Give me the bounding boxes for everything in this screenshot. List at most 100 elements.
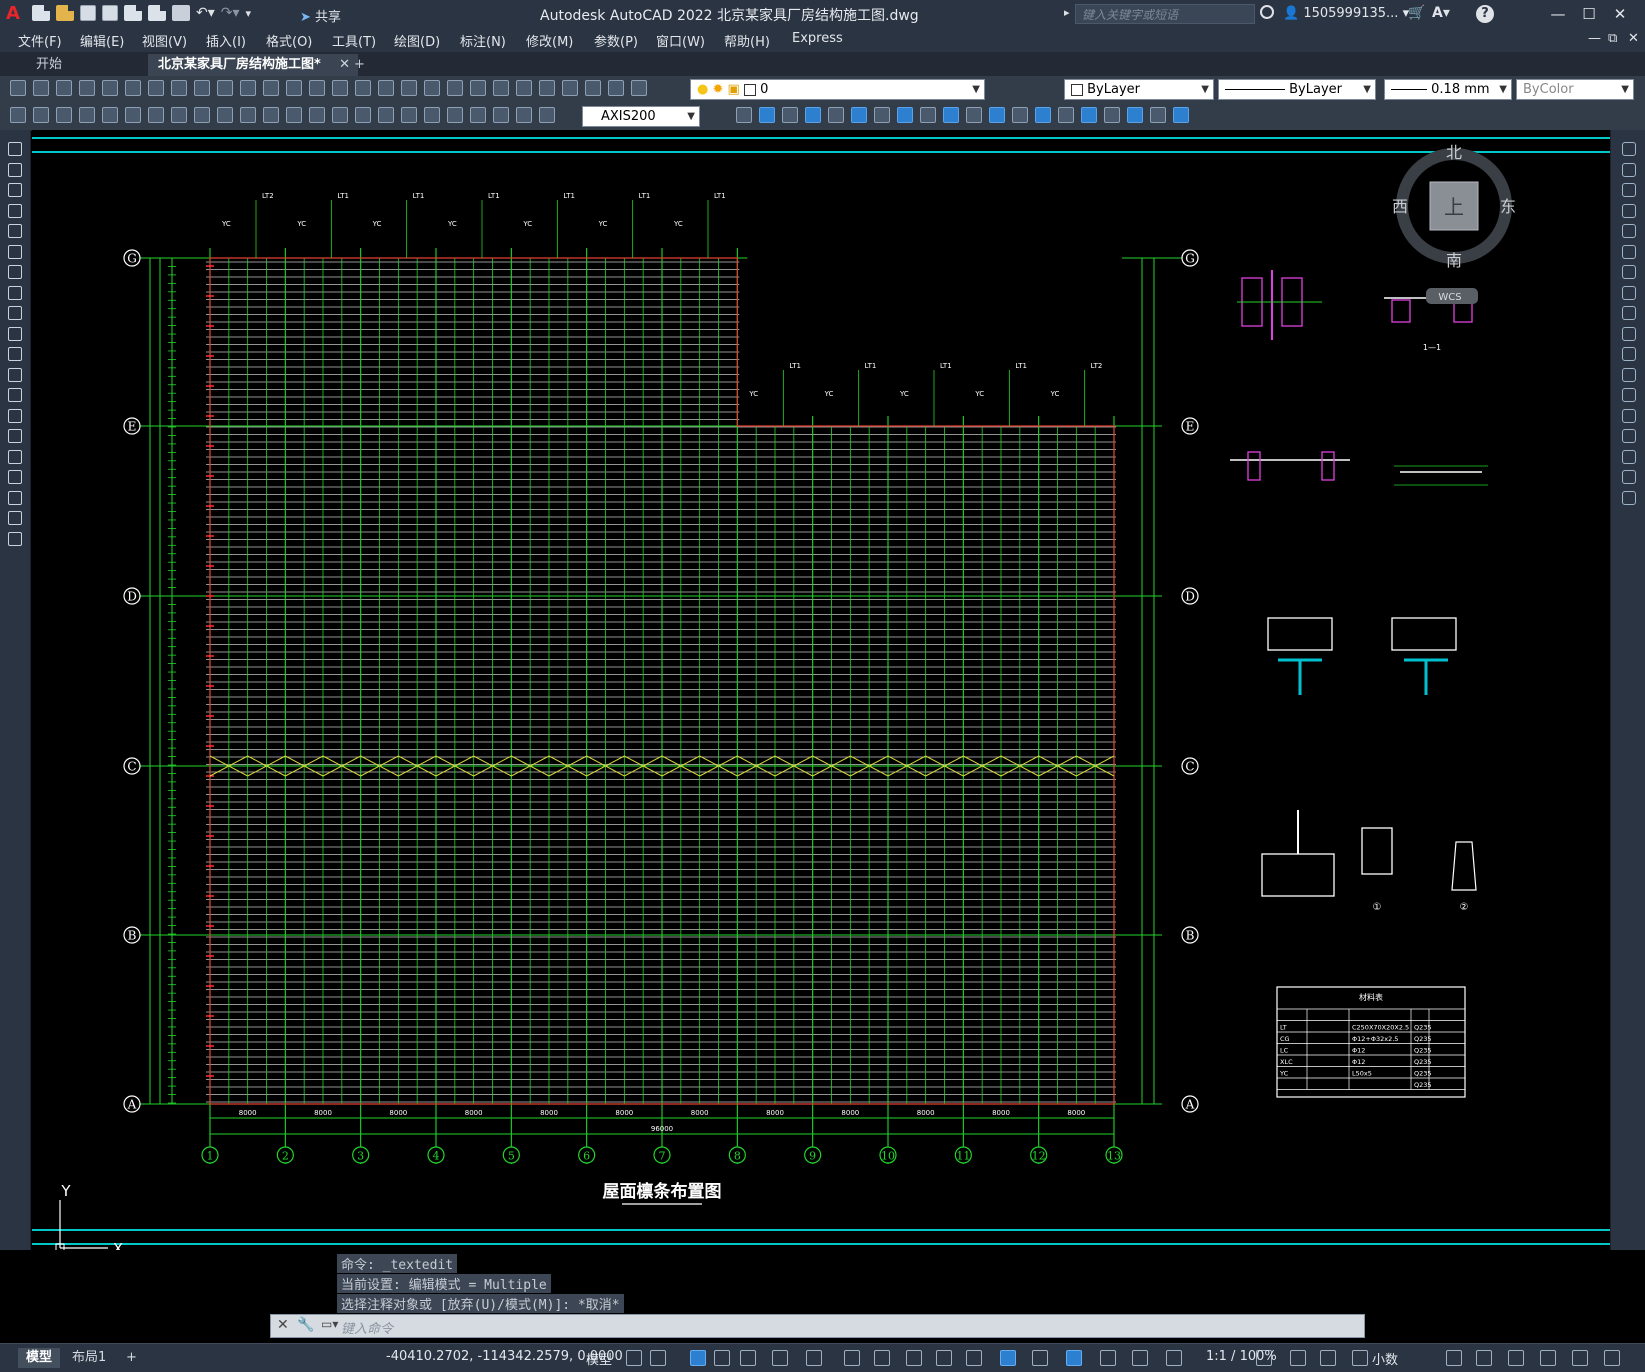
tool-icon[interactable]	[171, 80, 187, 96]
tool-icon[interactable]	[56, 80, 72, 96]
modify-tool-icon[interactable]	[966, 107, 982, 123]
search-icon[interactable]	[1260, 5, 1274, 19]
new-file-icon[interactable]	[32, 5, 50, 21]
undo-icon[interactable]: ↶▾	[196, 5, 215, 21]
status-toggle-icon[interactable]	[966, 1350, 982, 1366]
draw-tool-icon[interactable]	[8, 203, 22, 218]
modify-tool-icon[interactable]	[1622, 142, 1636, 156]
close-window-button[interactable]: ✕	[1608, 4, 1632, 24]
open-web-icon[interactable]	[148, 5, 166, 21]
layer-dropdown[interactable]: ● ✹ ▣ 0 ▼	[690, 79, 985, 100]
doc-close-icon[interactable]: ✕	[1628, 31, 1639, 46]
help-icon[interactable]: ?	[1476, 5, 1494, 23]
tool-icon[interactable]	[539, 80, 555, 96]
draw-tool-icon[interactable]	[8, 531, 22, 546]
modify-tool-icon[interactable]	[874, 107, 890, 123]
share-button[interactable]: ➤ 共享	[300, 6, 341, 25]
modify-tool-icon[interactable]	[1622, 203, 1636, 218]
menu-insert[interactable]: 插入(I)	[206, 31, 246, 50]
modify-tool-icon[interactable]	[989, 107, 1005, 123]
modify-tool-icon[interactable]	[943, 107, 959, 123]
dimension-tool-icon[interactable]	[125, 107, 141, 123]
modify-tool-icon[interactable]	[1035, 107, 1051, 123]
draw-tool-icon[interactable]	[8, 326, 22, 341]
dimension-tool-icon[interactable]	[10, 107, 26, 123]
tool-icon[interactable]	[148, 80, 164, 96]
color-dropdown[interactable]: ByLayer ▼	[1064, 79, 1214, 100]
dimension-tool-icon[interactable]	[470, 107, 486, 123]
modify-tool-icon[interactable]	[1622, 408, 1636, 423]
draw-tool-icon[interactable]	[8, 408, 22, 423]
draw-tool-icon[interactable]	[8, 367, 22, 382]
model-space-toggle[interactable]: 模型	[586, 1349, 612, 1368]
modify-tool-icon[interactable]	[1104, 107, 1120, 123]
menu-window[interactable]: 窗口(W)	[656, 31, 705, 50]
redo-icon[interactable]: ↷▾	[221, 5, 240, 21]
modify-tool-icon[interactable]	[1012, 107, 1028, 123]
status-tool-icon[interactable]	[1572, 1350, 1588, 1366]
dimension-tool-icon[interactable]	[401, 107, 417, 123]
save-icon[interactable]	[80, 5, 96, 21]
menu-view[interactable]: 视图(V)	[142, 31, 187, 50]
status-tool-icon[interactable]	[1446, 1350, 1462, 1366]
status-tool-icon[interactable]	[1320, 1350, 1336, 1366]
modify-tool-icon[interactable]	[1622, 490, 1636, 505]
modify-tool-icon[interactable]	[1127, 107, 1143, 123]
menu-tools[interactable]: 工具(T)	[332, 31, 376, 50]
minimize-button[interactable]: —	[1546, 4, 1570, 24]
draw-tool-icon[interactable]	[8, 183, 22, 197]
dimension-tool-icon[interactable]	[516, 107, 532, 123]
menu-express[interactable]: Express	[792, 31, 843, 46]
modify-tool-icon[interactable]	[828, 107, 844, 123]
search-chevron-icon[interactable]: ▸	[1064, 6, 1070, 19]
dimension-tool-icon[interactable]	[286, 107, 302, 123]
modify-tool-icon[interactable]	[1622, 265, 1636, 279]
modify-tool-icon[interactable]	[1622, 429, 1636, 443]
status-toggle-icon[interactable]	[690, 1350, 706, 1366]
modify-tool-icon[interactable]	[1622, 183, 1636, 197]
tool-icon[interactable]	[10, 80, 26, 96]
tool-icon[interactable]	[562, 80, 578, 96]
modify-tool-icon[interactable]	[1622, 306, 1636, 320]
draw-tool-icon[interactable]	[8, 265, 22, 279]
modify-tool-icon[interactable]	[1081, 107, 1097, 123]
dimension-tool-icon[interactable]	[447, 107, 463, 123]
linetype-dropdown[interactable]: ByLayer ▼	[1218, 79, 1376, 100]
tool-icon[interactable]	[516, 80, 532, 96]
modify-tool-icon[interactable]	[1622, 244, 1636, 259]
status-tool-icon[interactable]	[1540, 1350, 1556, 1366]
modify-tool-icon[interactable]	[1622, 449, 1636, 464]
draw-tool-icon[interactable]	[8, 490, 22, 505]
status-tool-icon[interactable]	[1604, 1350, 1620, 1366]
modify-tool-icon[interactable]	[759, 107, 775, 123]
status-toggle-icon[interactable]	[844, 1350, 860, 1366]
draw-tool-icon[interactable]	[8, 429, 22, 443]
dimension-tool-icon[interactable]	[263, 107, 279, 123]
tool-icon[interactable]	[240, 80, 256, 96]
status-toggle-icon[interactable]	[806, 1350, 822, 1366]
user-account[interactable]: 👤 1505999135... ▾	[1283, 6, 1409, 21]
status-toggle-icon[interactable]	[1032, 1350, 1048, 1366]
dimension-tool-icon[interactable]	[194, 107, 210, 123]
modify-tool-icon[interactable]	[897, 107, 913, 123]
dimension-tool-icon[interactable]	[148, 107, 164, 123]
menu-format[interactable]: 格式(O)	[266, 31, 312, 50]
modify-tool-icon[interactable]	[782, 107, 798, 123]
dimension-tool-icon[interactable]	[33, 107, 49, 123]
command-recent-icon[interactable]: ▭▾	[321, 1317, 338, 1331]
save-as-icon[interactable]	[102, 5, 118, 21]
draw-tool-icon[interactable]	[8, 162, 22, 177]
dimension-tool-icon[interactable]	[493, 107, 509, 123]
tool-icon[interactable]	[470, 80, 486, 96]
modify-tool-icon[interactable]	[1622, 224, 1636, 238]
menu-file[interactable]: 文件(F)	[18, 31, 62, 50]
status-toggle-icon[interactable]	[626, 1350, 642, 1366]
status-toggle-icon[interactable]	[874, 1350, 890, 1366]
dimension-tool-icon[interactable]	[79, 107, 95, 123]
status-toggle-icon[interactable]	[906, 1350, 922, 1366]
modify-tool-icon[interactable]	[1622, 367, 1636, 382]
modify-tool-icon[interactable]	[1150, 107, 1166, 123]
draw-tool-icon[interactable]	[8, 449, 22, 464]
tool-icon[interactable]	[378, 80, 394, 96]
status-tool-icon[interactable]	[1290, 1350, 1306, 1366]
